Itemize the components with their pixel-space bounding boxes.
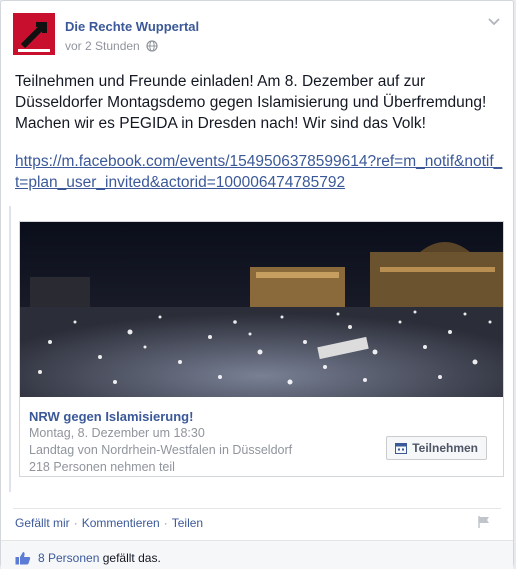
post-text: Teilnehmen und Freunde einladen! Am 8. D…	[15, 73, 487, 132]
likes-suffix: gefällt das.	[102, 551, 161, 565]
share-indicator	[9, 206, 11, 492]
chevron-down-icon[interactable]	[487, 17, 501, 27]
likes-count[interactable]: 8 Personen	[38, 551, 99, 565]
author-name[interactable]: Die Rechte Wuppertal	[65, 19, 199, 34]
join-event-label: Teilnehmen	[412, 441, 478, 455]
post-actions: Gefällt mir · Kommentieren · Teilen	[15, 516, 203, 530]
calendar-icon	[395, 443, 408, 454]
post-timestamp[interactable]: vor 2 Stunden	[65, 39, 140, 53]
globe-icon	[146, 40, 158, 52]
post-card: Die Rechte Wuppertal vor 2 Stunden Teiln…	[0, 0, 514, 569]
join-event-button[interactable]: Teilnehmen	[386, 436, 487, 460]
flag-icon[interactable]	[477, 515, 491, 529]
event-title[interactable]: NRW gegen Islamisierung!	[29, 409, 193, 424]
comment-link[interactable]: Kommentieren	[82, 516, 160, 530]
event-attachment[interactable]: NRW gegen Islamisierung! Montag, 8. Deze…	[19, 221, 504, 477]
event-photo[interactable]	[20, 222, 503, 397]
page-avatar[interactable]	[13, 13, 55, 55]
post-meta: vor 2 Stunden	[65, 39, 158, 53]
event-attendees: 218 Personen nehmen teil	[29, 460, 175, 474]
action-separator: ·	[73, 516, 78, 530]
likes-summary: 8 Personen gefällt das.	[1, 540, 513, 569]
share-link[interactable]: Teilen	[172, 516, 203, 530]
action-separator: ·	[163, 516, 168, 530]
divider	[13, 508, 501, 509]
event-location: Landtag von Nordrhein-Westfalen in Düsse…	[29, 443, 293, 457]
event-link[interactable]: https://m.facebook.com/events/1549506378…	[15, 151, 505, 193]
event-date: Montag, 8. Dezember um 18:30	[29, 426, 205, 440]
thumbs-up-icon	[15, 552, 31, 565]
likes-text: 8 Personen gefällt das.	[38, 551, 161, 565]
like-link[interactable]: Gefällt mir	[15, 516, 70, 530]
page-logo-icon	[13, 13, 55, 55]
